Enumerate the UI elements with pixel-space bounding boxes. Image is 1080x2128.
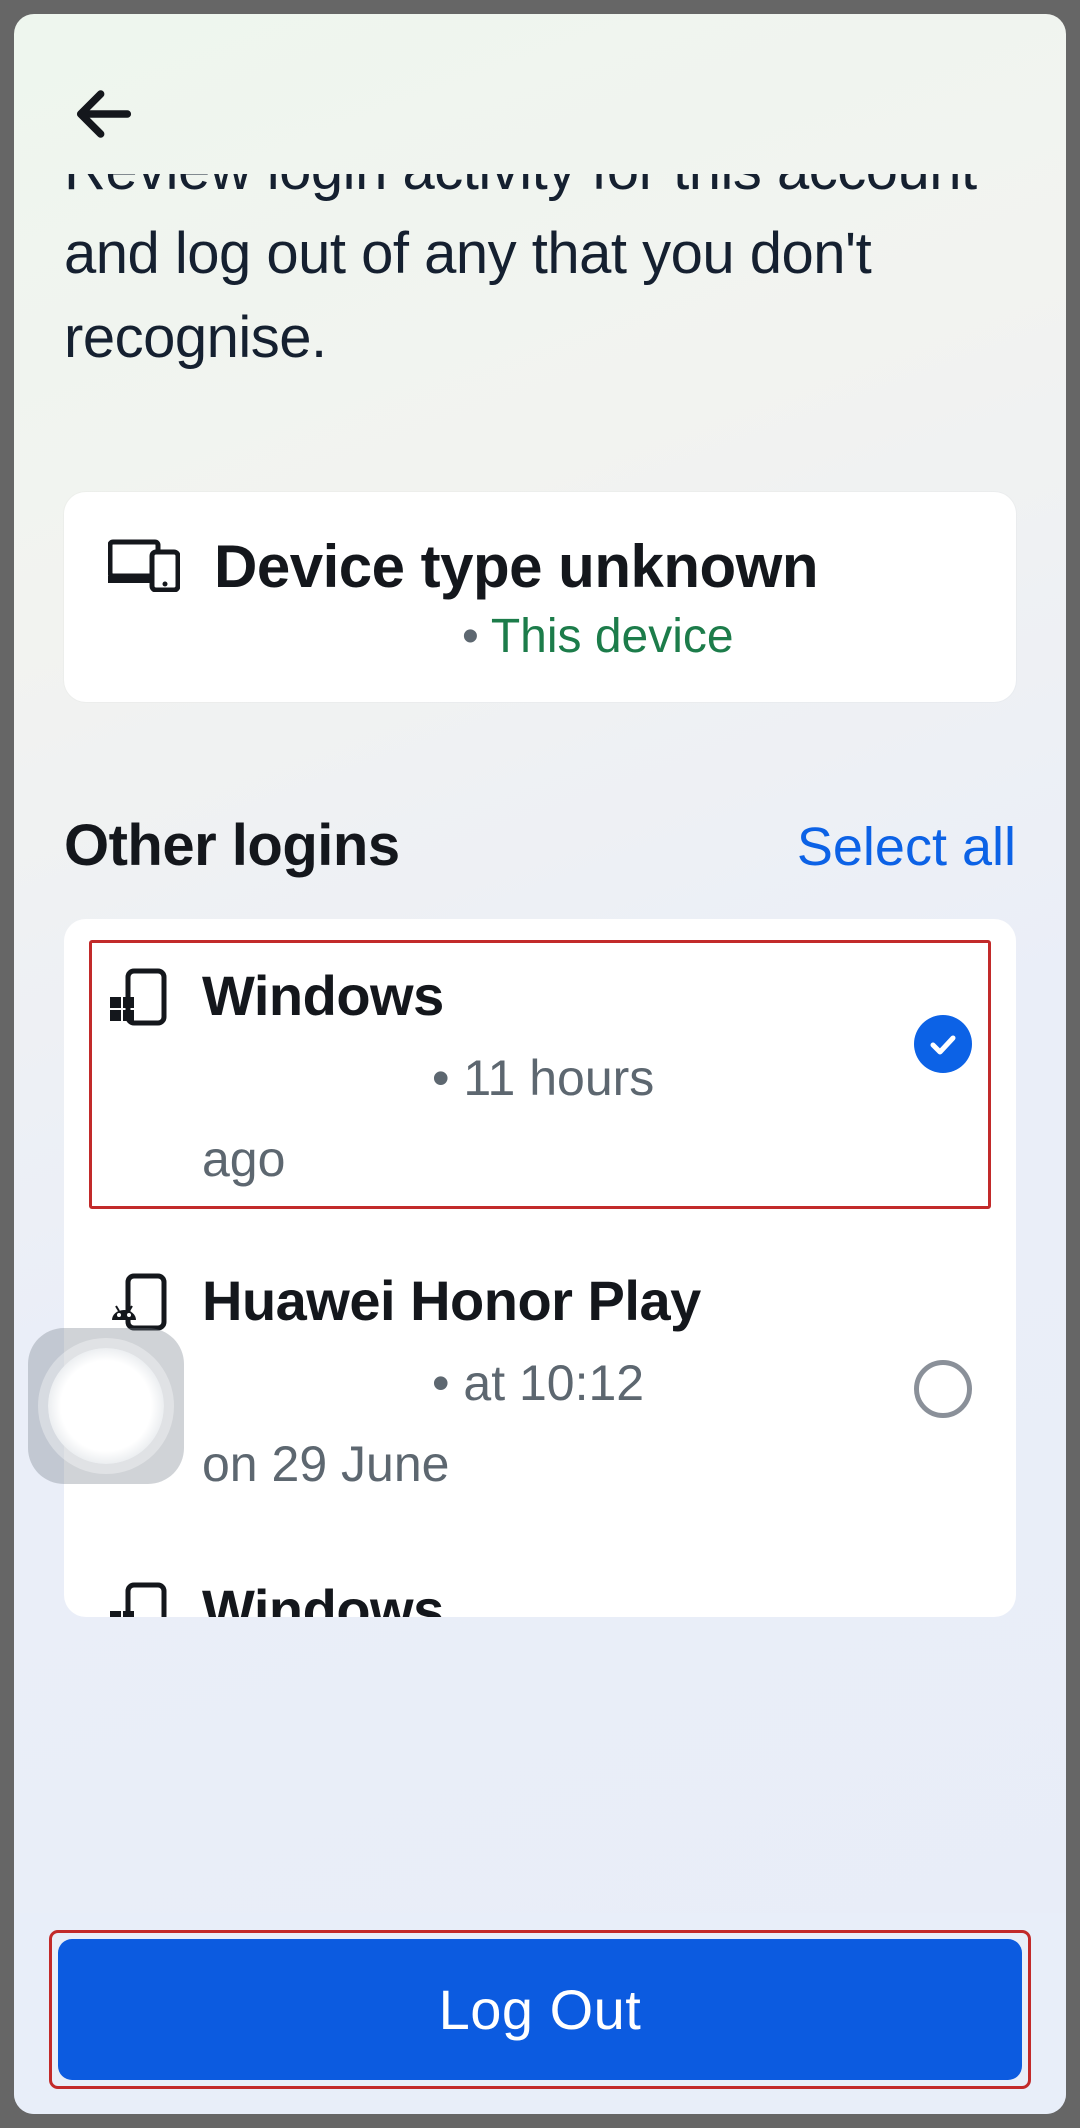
login-title: Windows (202, 1575, 972, 1617)
device-frame: Review login activity for this account a… (0, 0, 1080, 2128)
check-icon (927, 1028, 959, 1060)
other-logins-title: Other logins (64, 812, 400, 879)
windows-device-icon (108, 967, 168, 1032)
current-device-badge: •This device (108, 609, 972, 664)
login-subtitle-2: on 29 June (202, 1435, 880, 1493)
login-subtitle-2: ago (202, 1130, 880, 1188)
logout-button[interactable]: Log Out (58, 1939, 1022, 2080)
other-logins-header: Other logins Select all (64, 812, 1016, 879)
login-title: Huawei Honor Play (202, 1266, 880, 1336)
header-bar (14, 14, 1066, 174)
content-area: Review login activity for this account a… (14, 174, 1066, 1913)
assistive-circle-icon (48, 1348, 164, 1464)
floating-assistive-widget[interactable] (28, 1328, 184, 1484)
bottom-action-bar: Log Out (14, 1913, 1066, 2114)
description-clip: Review login activity for this account a… (64, 174, 1016, 464)
devices-icon (108, 536, 180, 597)
logout-highlight: Log Out (54, 1935, 1026, 2084)
login-item-windows-selected[interactable]: Windows • 11 hours ago (86, 937, 994, 1212)
login-item-huawei[interactable]: Huawei Honor Play • at 10:12 on 29 June (64, 1212, 1016, 1527)
current-device-title: Device type unknown (214, 532, 818, 601)
selected-checkbox[interactable] (914, 1015, 972, 1073)
screen: Review login activity for this account a… (14, 14, 1066, 2114)
logins-list: Windows • 11 hours ago (64, 919, 1016, 1617)
back-button[interactable] (64, 74, 144, 154)
unselected-checkbox[interactable] (914, 1360, 972, 1418)
current-device-card[interactable]: Device type unknown •This device (64, 492, 1016, 702)
login-item-windows-2[interactable]: Windows (64, 1527, 1016, 1617)
windows-device-icon (108, 1581, 168, 1617)
arrow-left-icon (64, 74, 144, 154)
login-subtitle: • at 10:12 (202, 1346, 880, 1421)
page-description: Review login activity for this account a… (64, 174, 1016, 380)
login-subtitle: • 11 hours (202, 1041, 880, 1116)
select-all-button[interactable]: Select all (797, 816, 1016, 878)
login-title: Windows (202, 961, 880, 1031)
